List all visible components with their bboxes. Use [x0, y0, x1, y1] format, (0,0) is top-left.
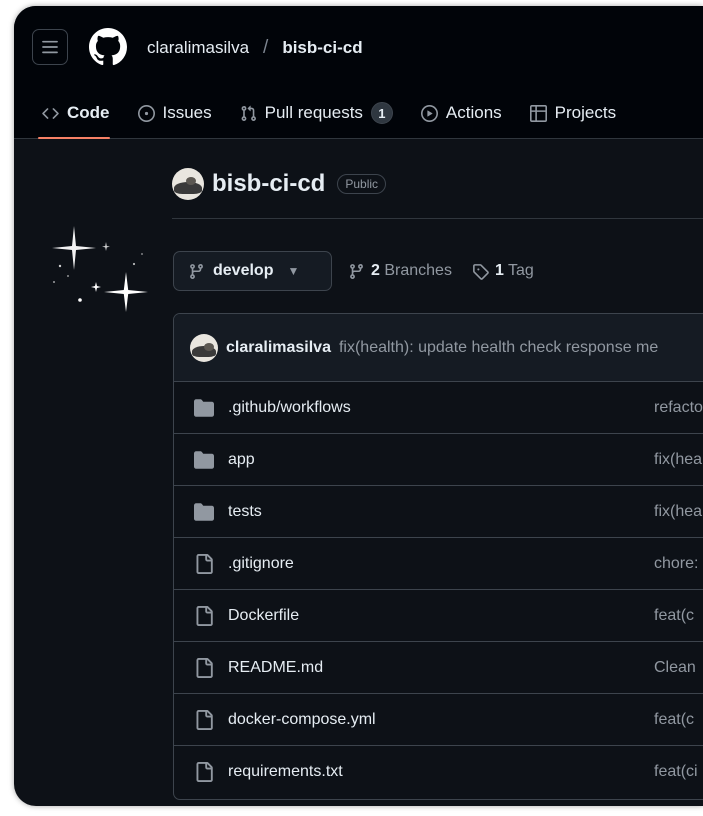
- breadcrumb-separator: /: [263, 37, 269, 58]
- branch-selector-button[interactable]: develop ▼: [173, 251, 332, 291]
- breadcrumb-repo[interactable]: bisb-ci-cd: [282, 38, 362, 58]
- issue-opened-icon: [137, 104, 155, 122]
- folder-icon: [194, 451, 214, 469]
- file-last-commit[interactable]: feat(c: [654, 711, 694, 729]
- latest-commit-row: claralimasilva fix(health): update healt…: [174, 314, 703, 382]
- pull-requests-counter: 1: [370, 102, 393, 124]
- git-branch-icon: [350, 263, 363, 279]
- file-row[interactable]: Dockerfile feat(c: [174, 590, 703, 642]
- branches-count: 2: [371, 262, 380, 279]
- code-icon: [42, 107, 59, 119]
- file-name[interactable]: app: [228, 451, 255, 469]
- breadcrumb: claralimasilva / bisb-ci-cd: [147, 37, 363, 59]
- folder-icon: [194, 503, 214, 521]
- file-icon: [196, 762, 213, 782]
- repo-header: claralimasilva / bisb-ci-cd Code Issues …: [14, 6, 703, 139]
- commit-message[interactable]: fix(health): update health check respons…: [339, 339, 658, 357]
- tab-pull-requests-label: Pull requests: [264, 103, 363, 122]
- current-branch-label: develop: [213, 262, 274, 279]
- branches-link[interactable]: 2 Branches: [371, 262, 452, 280]
- tab-code-label: Code: [67, 103, 110, 122]
- branch-tag-links: 2 Branches 1 Tag: [348, 262, 534, 280]
- title-divider: [172, 218, 703, 219]
- file-name[interactable]: Dockerfile: [228, 607, 299, 625]
- tab-projects[interactable]: Projects: [516, 90, 630, 136]
- app-window: claralimasilva / bisb-ci-cd Code Issues …: [14, 6, 703, 806]
- file-row[interactable]: .github/workflows refacto: [174, 382, 703, 434]
- file-last-commit[interactable]: refacto: [654, 399, 703, 417]
- file-icon: [196, 554, 213, 574]
- file-last-commit[interactable]: feat(c: [654, 607, 694, 625]
- branches-label: Branches: [384, 262, 452, 279]
- tab-actions-label: Actions: [445, 103, 502, 122]
- menu-button[interactable]: [32, 29, 68, 65]
- file-row[interactable]: .gitignore chore:: [174, 538, 703, 590]
- file-last-commit[interactable]: chore:: [654, 555, 698, 573]
- git-pull-request-icon: [241, 105, 256, 121]
- hamburger-icon: [42, 40, 58, 54]
- file-last-commit[interactable]: Clean: [654, 659, 696, 677]
- file-last-commit[interactable]: fix(hea: [654, 503, 702, 521]
- file-row[interactable]: docker-compose.yml feat(c: [174, 694, 703, 746]
- sparkles-icon: [52, 226, 148, 312]
- folder-icon: [194, 399, 214, 417]
- file-row[interactable]: tests fix(hea: [174, 486, 703, 538]
- file-name[interactable]: tests: [228, 503, 262, 521]
- file-row[interactable]: app fix(hea: [174, 434, 703, 486]
- github-logo-icon[interactable]: [89, 28, 127, 66]
- file-name[interactable]: requirements.txt: [228, 763, 343, 781]
- tags-count: 1: [494, 262, 504, 279]
- file-icon: [196, 710, 213, 730]
- tag-icon: [473, 263, 489, 280]
- file-list: claralimasilva fix(health): update healt…: [173, 313, 703, 800]
- file-icon: [196, 658, 213, 678]
- visibility-badge: Public: [337, 174, 387, 194]
- table-icon: [529, 104, 547, 122]
- commit-author-avatar[interactable]: [190, 333, 218, 362]
- tags-link[interactable]: 1 Tag: [495, 262, 534, 280]
- tab-projects-label: Projects: [554, 103, 617, 122]
- tab-pull-requests[interactable]: Pull requests 1: [226, 90, 407, 136]
- file-last-commit[interactable]: fix(hea: [654, 451, 702, 469]
- owner-avatar[interactable]: [172, 168, 204, 200]
- repo-title: bisb-ci-cd Public: [172, 168, 387, 200]
- tab-code[interactable]: Code: [14, 90, 124, 139]
- file-name[interactable]: .github/workflows: [228, 399, 351, 417]
- tab-actions[interactable]: Actions: [407, 90, 516, 136]
- file-row[interactable]: requirements.txt feat(ci: [174, 746, 703, 798]
- file-last-commit[interactable]: feat(ci: [654, 763, 698, 781]
- tab-issues-label: Issues: [162, 103, 212, 122]
- file-name[interactable]: docker-compose.yml: [228, 711, 376, 729]
- file-row[interactable]: README.md Clean: [174, 642, 703, 694]
- repo-nav-tabs: Code Issues Pull requests 1 Actions Proj…: [14, 90, 630, 139]
- file-name[interactable]: .gitignore: [228, 555, 294, 573]
- breadcrumb-owner[interactable]: claralimasilva: [147, 38, 249, 58]
- repo-name[interactable]: bisb-ci-cd: [212, 170, 325, 198]
- git-branch-icon: [190, 263, 203, 279]
- chevron-down-icon: ▼: [287, 264, 300, 278]
- tags-label: Tag: [508, 262, 534, 279]
- play-icon: [420, 104, 438, 122]
- tab-issues[interactable]: Issues: [124, 90, 226, 136]
- file-name[interactable]: README.md: [228, 659, 323, 677]
- commit-author[interactable]: claralimasilva: [226, 339, 331, 357]
- file-icon: [196, 606, 213, 626]
